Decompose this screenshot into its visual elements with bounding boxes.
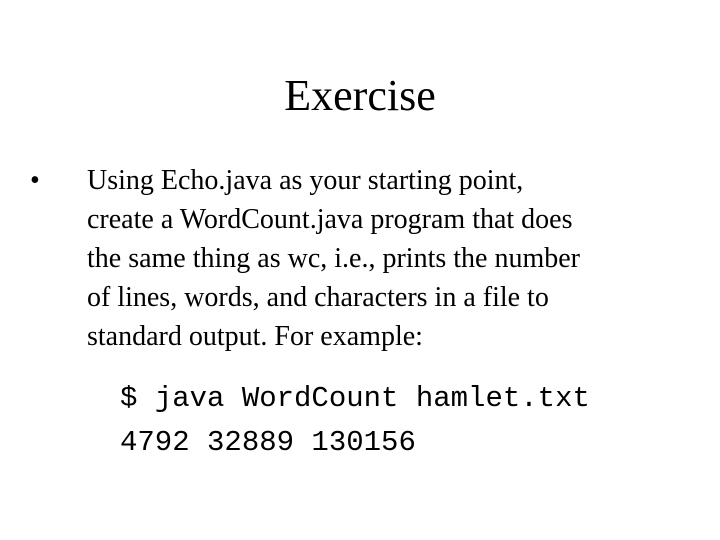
code-output-line: 4792 32889 130156: [120, 426, 416, 459]
bullet-line: create a WordCount.java program that doe…: [87, 204, 573, 235]
bullet-text: Using Echo.java as your starting point, …: [87, 161, 707, 356]
slide-title: Exercise: [284, 71, 436, 120]
bullet-line: of lines, words, and characters in a fil…: [87, 282, 549, 313]
code-command-line: $ java WordCount hamlet.txt: [120, 382, 590, 415]
bullet-marker: •: [30, 165, 40, 196]
code-example: $ java WordCount hamlet.txt 4792 32889 1…: [120, 377, 590, 465]
bullet-line: Using Echo.java as your starting point,: [87, 165, 524, 196]
bullet-line: the same thing as wc, i.e., prints the n…: [87, 243, 580, 274]
bullet-line: standard output. For example:: [87, 321, 423, 352]
